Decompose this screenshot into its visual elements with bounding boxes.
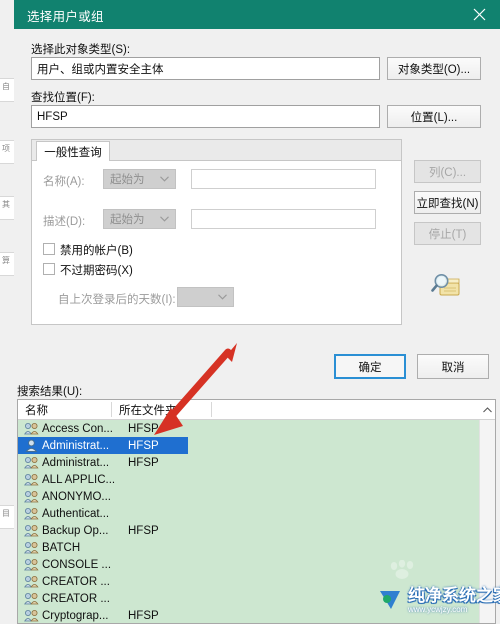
days-since-login-select[interactable] <box>177 287 234 307</box>
row-name: CREATOR ... <box>42 575 110 588</box>
ok-button[interactable]: 确定 <box>334 354 406 379</box>
table-row[interactable]: Administrat... HFSP <box>18 437 188 454</box>
user-icon <box>24 439 39 452</box>
chevron-down-icon <box>218 291 227 303</box>
close-button[interactable] <box>458 0 500 29</box>
object-type-button[interactable]: 对象类型(O)... <box>387 57 481 80</box>
column-header-folder[interactable]: 所在文件夹 <box>112 400 211 419</box>
column-header-name[interactable]: 名称 <box>18 400 111 419</box>
background-window-edge: 自 项 其 算 目 <box>0 0 15 624</box>
description-condition-select[interactable]: 起始为 <box>103 209 176 229</box>
tab-general-query[interactable]: 一般性查询 <box>36 141 110 162</box>
watermark-url: www.ycwjzy.com <box>408 604 468 614</box>
description-label: 描述(D): <box>43 216 86 228</box>
name-condition-value: 起始为 <box>110 174 145 186</box>
dialog-titlebar: 选择用户或组 <box>14 0 500 29</box>
search-results-label: 搜索结果(U): <box>17 386 83 398</box>
columns-button[interactable]: 列(C)... <box>414 160 481 183</box>
magnifier-folder-icon <box>431 272 461 305</box>
name-condition-select[interactable]: 起始为 <box>103 169 176 189</box>
object-type-label: 选择此对象类型(S): <box>31 44 131 56</box>
nonexpiring-password-label: 不过期密码(X) <box>60 265 133 277</box>
row-name: BATCH <box>42 541 81 554</box>
days-since-login-label: 自上次登录后的天数(I): <box>58 294 176 306</box>
location-button[interactable]: 位置(L)... <box>387 105 481 128</box>
stop-button[interactable]: 停止(T) <box>414 222 481 245</box>
group-icon <box>24 456 39 469</box>
name-label: 名称(A): <box>43 176 85 188</box>
column-separator[interactable] <box>211 402 212 417</box>
chevron-down-icon <box>160 173 169 185</box>
object-type-input[interactable]: 用户、组或内置安全主体 <box>31 57 380 80</box>
row-name: CONSOLE ... <box>42 558 112 571</box>
row-name: Backup Op... <box>42 524 109 537</box>
find-now-button[interactable]: 立即查找(N) <box>414 191 481 214</box>
row-folder: HFSP <box>128 422 159 435</box>
group-icon <box>24 609 39 622</box>
group-icon <box>24 507 39 520</box>
table-row[interactable]: BATCH <box>18 539 480 556</box>
group-icon <box>24 541 39 554</box>
list-header: 名称 所在文件夹 <box>18 400 495 420</box>
group-icon <box>24 524 39 537</box>
group-icon <box>24 490 39 503</box>
table-row[interactable]: ALL APPLIC... <box>18 471 480 488</box>
table-row[interactable]: ANONYMO... <box>18 488 480 505</box>
watermark: 纯净系统之家 www.ycwjzy.com <box>378 560 500 624</box>
group-icon <box>24 558 39 571</box>
description-condition-value: 起始为 <box>110 214 145 226</box>
row-name: Cryptograp... <box>42 609 109 622</box>
name-input[interactable] <box>191 169 376 189</box>
group-icon <box>24 473 39 486</box>
row-name: Administrat... <box>42 456 110 469</box>
dialog-title: 选择用户或组 <box>27 10 104 24</box>
group-icon <box>24 575 39 588</box>
location-input[interactable]: HFSP <box>31 105 380 128</box>
row-name: Administrat... <box>42 439 110 452</box>
screenshot-root: 自 项 其 算 目 选择用户或组 选择此对象类型(S): 用户、组或内置安全主体… <box>0 0 500 624</box>
row-folder: HFSP <box>128 456 159 469</box>
description-input[interactable] <box>191 209 376 229</box>
dialog-body: 选择此对象类型(S): 用户、组或内置安全主体 对象类型(O)... 查找位置(… <box>14 29 500 624</box>
chevron-up-icon <box>482 406 492 412</box>
row-name: ALL APPLIC... <box>42 473 116 486</box>
row-name: Access Con... <box>42 422 113 435</box>
table-row[interactable]: Authenticat... <box>18 505 480 522</box>
chevron-down-icon <box>160 213 169 225</box>
location-label: 查找位置(F): <box>31 92 95 104</box>
paw-print-icon <box>390 560 414 579</box>
disabled-accounts-label: 禁用的帐户(B) <box>60 245 133 257</box>
row-name: CREATOR ... <box>42 592 110 605</box>
watermark-title: 纯净系统之家 <box>408 585 500 605</box>
group-icon <box>24 592 39 605</box>
row-folder: HFSP <box>128 439 159 452</box>
row-name: ANONYMO... <box>42 490 112 503</box>
group-icon <box>24 422 39 435</box>
table-row[interactable]: Backup Op... HFSP <box>18 522 480 539</box>
watermark-logo-icon <box>380 591 400 609</box>
row-folder: HFSP <box>128 524 159 537</box>
row-folder: HFSP <box>128 609 159 622</box>
table-row[interactable]: Access Con... HFSP <box>18 420 480 437</box>
row-name: Authenticat... <box>42 507 110 520</box>
nonexpiring-password-checkbox[interactable] <box>43 263 55 275</box>
scrollbar-up-button[interactable] <box>479 400 495 419</box>
table-row[interactable]: Administrat... HFSP <box>18 454 480 471</box>
select-users-or-groups-dialog: 选择用户或组 选择此对象类型(S): 用户、组或内置安全主体 对象类型(O)..… <box>14 0 500 624</box>
cancel-button[interactable]: 取消 <box>417 354 489 379</box>
close-x-icon <box>473 8 485 21</box>
disabled-accounts-checkbox[interactable] <box>43 243 55 255</box>
